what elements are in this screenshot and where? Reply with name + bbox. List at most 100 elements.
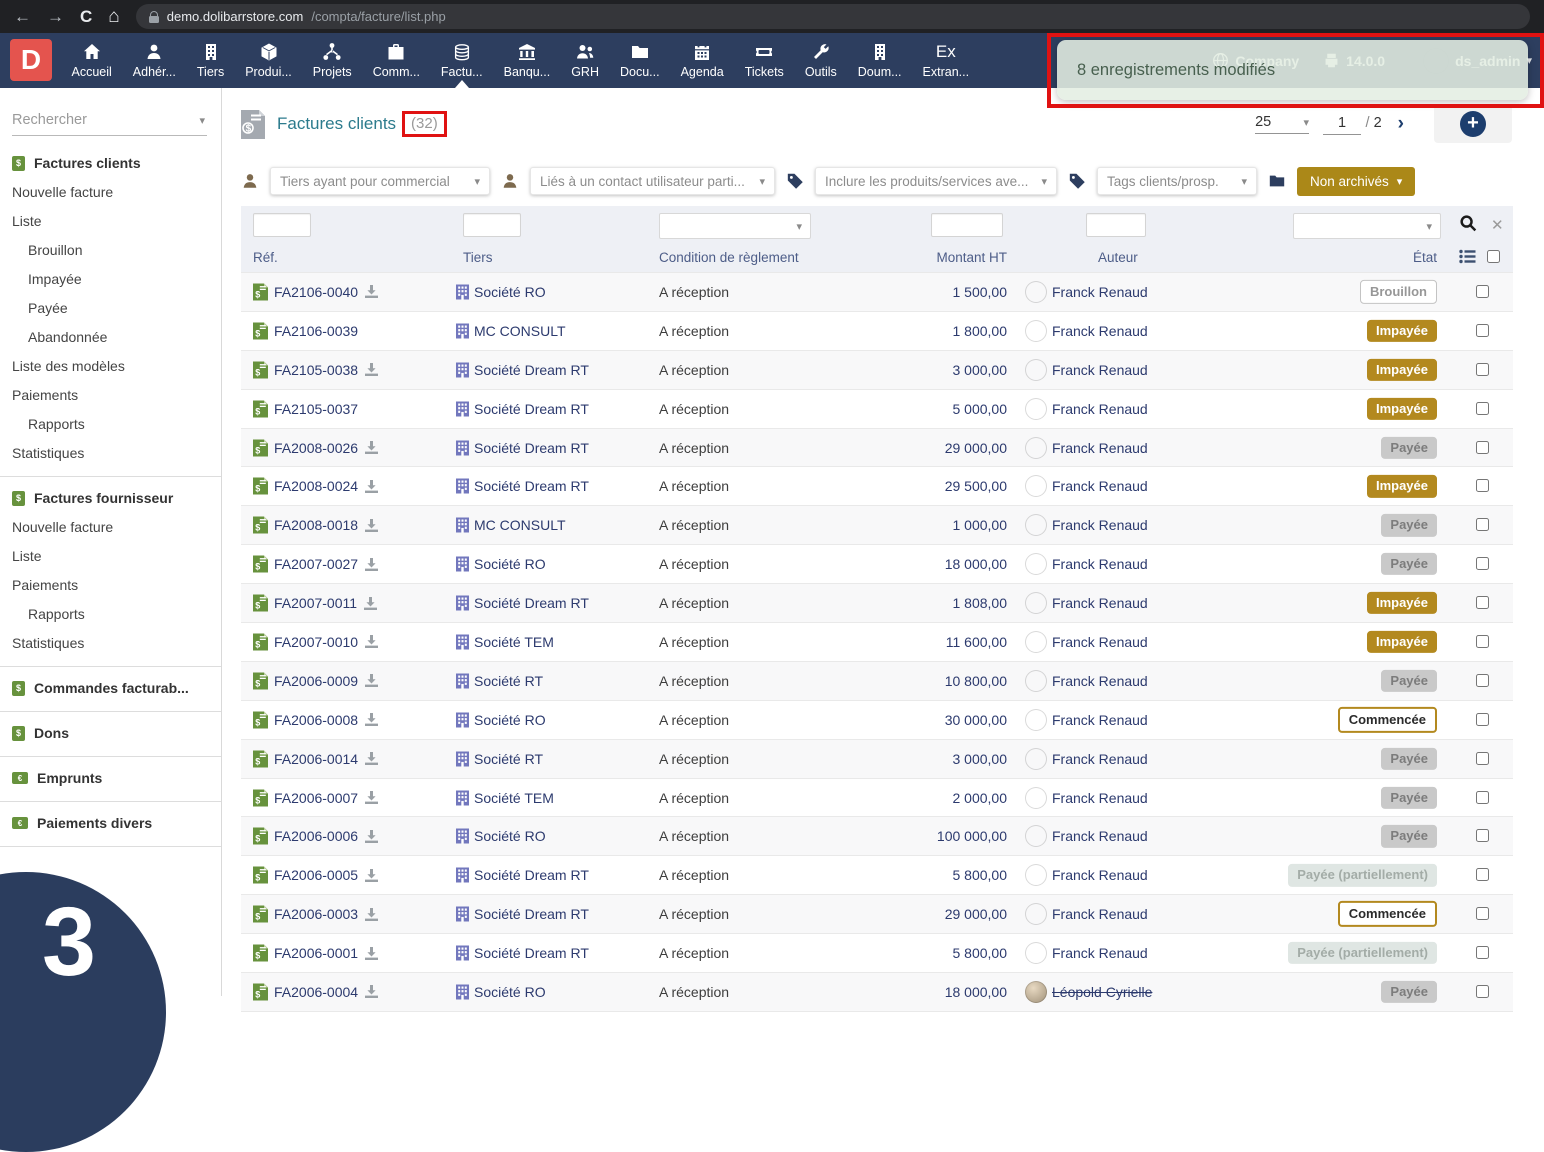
invoice-ref-link[interactable]: FA2008-0026 — [274, 440, 358, 456]
reload-icon[interactable]: C — [80, 8, 92, 25]
company-link[interactable]: Société Dream RT — [474, 906, 589, 922]
download-icon[interactable] — [365, 674, 379, 688]
author-link[interactable]: Franck Renaud — [1052, 517, 1148, 533]
sidebar-group-5[interactable]: € Paiements divers — [0, 802, 221, 837]
company-link[interactable]: Société Dream RT — [474, 440, 589, 456]
col-header-tiers[interactable]: Tiers — [463, 250, 493, 265]
invoice-ref-link[interactable]: FA2006-0001 — [274, 945, 358, 961]
col-header-amount[interactable]: Montant HT — [881, 250, 1007, 265]
author-link[interactable]: Franck Renaud — [1052, 712, 1148, 728]
sidebar-item[interactable]: Rapports — [0, 599, 221, 628]
download-icon[interactable] — [365, 829, 379, 843]
author-link[interactable]: Franck Renaud — [1052, 673, 1148, 689]
author-link[interactable]: Franck Renaud — [1052, 867, 1148, 883]
nav-item-doum[interactable]: Doum... — [847, 33, 912, 88]
nav-item-grh[interactable]: GRH — [561, 33, 610, 88]
nav-item-tiers[interactable]: Tiers — [186, 33, 234, 88]
sidebar-item[interactable]: Paiements — [0, 570, 221, 599]
home-icon[interactable]: ⌂ — [108, 7, 119, 26]
sidebar-item[interactable]: Statistiques — [0, 438, 221, 467]
col-header-state[interactable]: État — [1381, 250, 1437, 265]
company-link[interactable]: Société RO — [474, 984, 546, 1000]
author-link[interactable]: Franck Renaud — [1052, 440, 1148, 456]
row-checkbox[interactable] — [1476, 362, 1489, 376]
invoice-ref-link[interactable]: FA2006-0003 — [274, 906, 358, 922]
sidebar-item[interactable]: Liste — [0, 541, 221, 570]
sidebar-item[interactable]: Payée — [0, 293, 221, 322]
company-link[interactable]: Société Dream RT — [474, 945, 589, 961]
company-link[interactable]: Société TEM — [474, 790, 554, 806]
sidebar-item[interactable]: Nouvelle facture — [0, 177, 221, 206]
sidebar-item[interactable]: Impayée — [0, 264, 221, 293]
clear-filters-icon[interactable]: ✕ — [1491, 216, 1504, 234]
col-header-condition[interactable]: Condition de règlement — [659, 250, 799, 265]
invoice-ref-link[interactable]: FA2006-0005 — [274, 867, 358, 883]
nav-item-extran[interactable]: Ex Extran... — [912, 33, 980, 88]
download-icon[interactable] — [365, 985, 379, 999]
company-link[interactable]: Société RT — [474, 751, 543, 767]
download-icon[interactable] — [365, 363, 379, 377]
author-link[interactable]: Franck Renaud — [1052, 790, 1148, 806]
invoice-ref-link[interactable]: FA2006-0006 — [274, 828, 358, 844]
row-checkbox[interactable] — [1476, 907, 1489, 921]
company-link[interactable]: Société TEM — [474, 634, 554, 650]
nav-item-produi[interactable]: Produi... — [235, 33, 303, 88]
author-link[interactable]: Franck Renaud — [1052, 362, 1148, 378]
invoice-ref-link[interactable]: FA2008-0024 — [274, 478, 358, 494]
add-invoice-button[interactable]: + — [1460, 111, 1486, 137]
col-header-ref[interactable]: Réf. — [253, 250, 278, 265]
invoice-ref-link[interactable]: FA2006-0009 — [274, 673, 358, 689]
company-link[interactable]: Société Dream RT — [474, 478, 589, 494]
row-checkbox[interactable] — [1476, 946, 1489, 960]
sidebar-item[interactable]: Liste — [0, 206, 221, 235]
select-all-checkbox[interactable] — [1487, 250, 1500, 263]
row-checkbox[interactable] — [1476, 285, 1489, 298]
row-checkbox[interactable] — [1476, 712, 1489, 726]
row-checkbox[interactable] — [1476, 985, 1489, 999]
nav-item-accueil[interactable]: Accueil — [61, 33, 122, 88]
author-link[interactable]: Franck Renaud — [1052, 595, 1148, 611]
nav-item-agenda[interactable]: Agenda — [670, 33, 734, 88]
invoice-ref-link[interactable]: FA2105-0038 — [274, 362, 358, 378]
author-link[interactable]: Léopold Cyrielle — [1052, 984, 1152, 1000]
sidebar-item[interactable]: Statistiques — [0, 628, 221, 657]
invoice-ref-link[interactable]: FA2106-0040 — [274, 284, 358, 300]
column-selector-icon[interactable] — [1459, 249, 1476, 269]
filter-tiers-input[interactable] — [463, 213, 521, 237]
sidebar-item[interactable]: Brouillon — [0, 235, 221, 264]
invoice-ref-link[interactable]: FA2007-0010 — [274, 634, 358, 650]
filter-select-2[interactable]: Inclure les produits/services ave... ▾ — [815, 167, 1057, 195]
row-checkbox[interactable] — [1476, 829, 1489, 843]
download-icon[interactable] — [365, 285, 379, 299]
back-icon[interactable]: ← — [14, 8, 31, 25]
archive-filter-button[interactable]: Non archivés ▾ — [1297, 166, 1416, 196]
sidebar-item[interactable]: Rapports — [0, 409, 221, 438]
company-link[interactable]: Société Dream RT — [474, 362, 589, 378]
download-icon[interactable] — [365, 518, 379, 532]
author-link[interactable]: Franck Renaud — [1052, 828, 1148, 844]
row-checkbox[interactable] — [1476, 868, 1489, 882]
download-icon[interactable] — [365, 635, 379, 649]
author-link[interactable]: Franck Renaud — [1052, 323, 1148, 339]
author-link[interactable]: Franck Renaud — [1052, 634, 1148, 650]
download-icon[interactable] — [365, 907, 379, 921]
company-link[interactable]: MC CONSULT — [474, 323, 566, 339]
company-link[interactable]: Société Dream RT — [474, 867, 589, 883]
sidebar-group-3[interactable]: $ Dons — [0, 712, 221, 747]
company-link[interactable]: Société Dream RT — [474, 401, 589, 417]
filter-amount-input[interactable] — [931, 213, 1003, 237]
nav-item-projets[interactable]: Projets — [302, 33, 362, 88]
author-link[interactable]: Franck Renaud — [1052, 478, 1148, 494]
sidebar-search[interactable]: Rechercher ▾ — [12, 112, 207, 136]
invoice-ref-link[interactable]: FA2008-0018 — [274, 517, 358, 533]
page-size-select[interactable]: 25 ▾ — [1255, 114, 1310, 134]
nav-item-factu[interactable]: Factu... — [430, 33, 493, 88]
invoice-ref-link[interactable]: FA2105-0037 — [274, 401, 358, 417]
invoice-ref-link[interactable]: FA2006-0014 — [274, 751, 358, 767]
forward-icon[interactable]: → — [47, 8, 64, 25]
sidebar-item[interactable]: Paiements — [0, 380, 221, 409]
filter-state-select[interactable]: ▾ — [1293, 213, 1441, 239]
company-link[interactable]: Société Dream RT — [474, 595, 589, 611]
invoice-ref-link[interactable]: FA2007-0011 — [274, 595, 357, 611]
invoice-ref-link[interactable]: FA2006-0004 — [274, 984, 358, 1000]
